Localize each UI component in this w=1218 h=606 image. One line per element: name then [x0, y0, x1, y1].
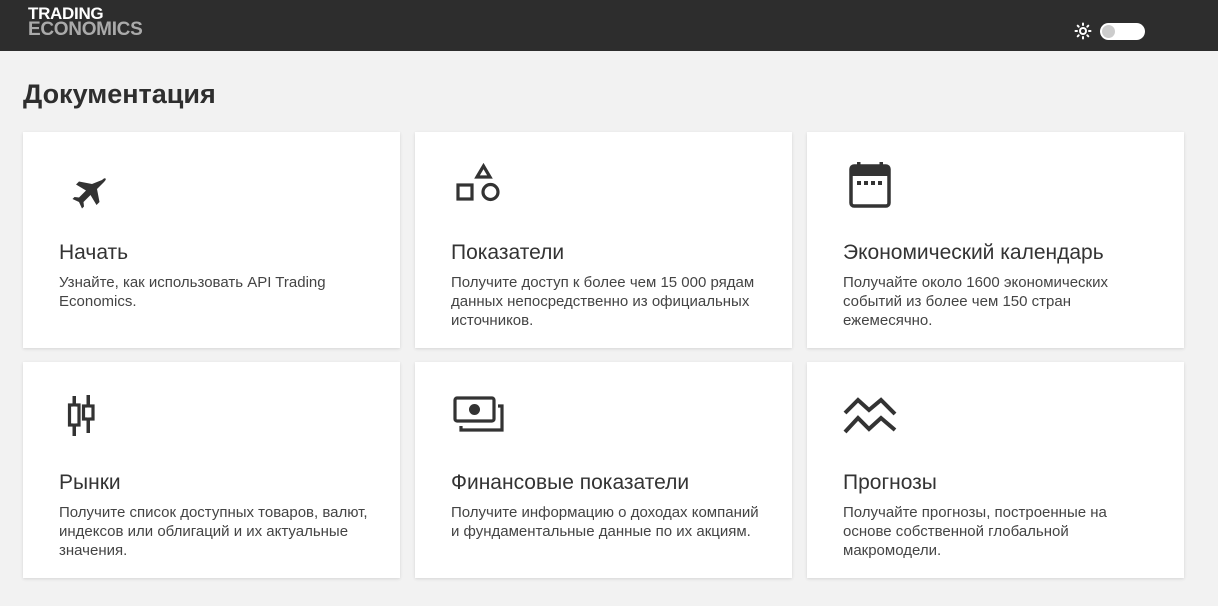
card-title: Прогнозы — [843, 471, 937, 494]
logo-line2: ECONOMICS — [28, 19, 143, 40]
theme-toggle-knob — [1102, 25, 1115, 38]
card-markets[interactable]: Рынки Получите список доступных товаров,… — [23, 362, 400, 578]
sun-icon — [1074, 22, 1092, 40]
candlestick-icon — [59, 390, 119, 450]
card-indicators[interactable]: Показатели Получите доступ к более чем 1… — [415, 132, 792, 348]
card-financials[interactable]: Финансовые показатели Получите информаци… — [415, 362, 792, 578]
card-description: Получайте около 1600 экономических событ… — [843, 274, 1108, 329]
card-title: Рынки — [59, 471, 121, 494]
page-title: Документация — [23, 79, 216, 109]
card-description: Получите информацию о доходах компаний и… — [451, 504, 759, 540]
calendar-icon — [843, 160, 903, 220]
forecast-icon — [843, 390, 903, 450]
card-description: Узнайте, как использовать API Trading Ec… — [59, 274, 326, 310]
card-forecasts[interactable]: Прогнозы Получайте прогнозы, построенные… — [807, 362, 1184, 578]
theme-toggle[interactable] — [1100, 23, 1145, 40]
airplane-icon — [59, 160, 119, 220]
card-title: Показатели — [451, 241, 565, 264]
card-get-started[interactable]: Начать Узнайте, как использовать API Tra… — [23, 132, 400, 348]
card-title: Экономический календарь — [843, 241, 1104, 264]
trading-economics-logo[interactable]: TRADING ECONOMICS — [28, 5, 143, 40]
shapes-icon — [451, 160, 511, 220]
card-title: Начать — [59, 241, 129, 264]
card-description: Получайте прогнозы, построенные на основ… — [843, 504, 1107, 559]
card-description: Получите доступ к более чем 15 000 рядам… — [451, 274, 755, 329]
card-economic-calendar[interactable]: Экономический календарь Получайте около … — [807, 132, 1184, 348]
top-navbar: TRADING ECONOMICS — [0, 0, 1218, 51]
money-icon — [451, 390, 511, 450]
card-description: Получите список доступных товаров, валют… — [59, 504, 368, 559]
card-title: Финансовые показатели — [451, 471, 690, 494]
